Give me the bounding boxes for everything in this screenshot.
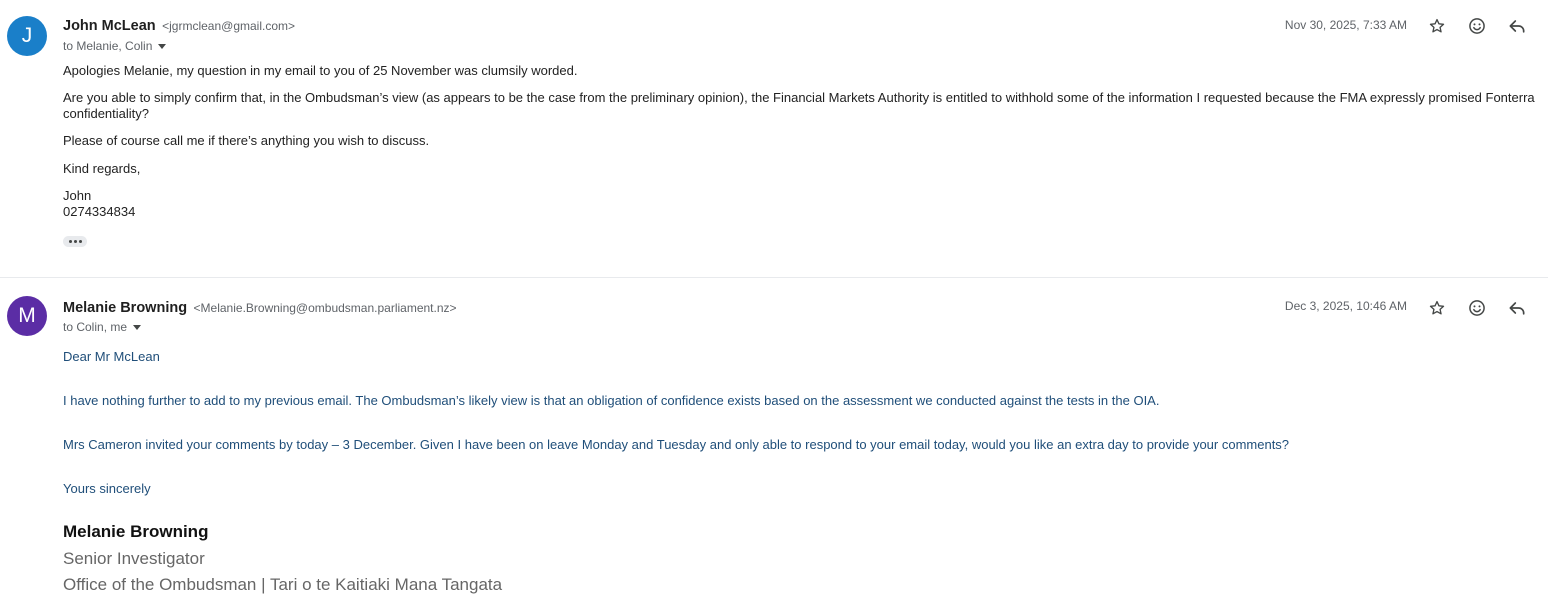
star-button[interactable] xyxy=(1425,296,1449,320)
avatar[interactable]: M xyxy=(7,296,47,336)
star-button[interactable] xyxy=(1425,14,1449,38)
email-message: J John McLean <jgrmclean@gmail.com> to M… xyxy=(0,0,1548,278)
star-icon xyxy=(1429,18,1445,33)
sender-email: <Melanie.Browning@ombudsman.parliament.n… xyxy=(193,301,457,315)
emoji-icon xyxy=(1469,300,1485,316)
body-paragraph: Mrs Cameron invited your comments by tod… xyxy=(63,437,1290,452)
recipients-label: to Melanie, Colin xyxy=(63,39,153,53)
body-paragraph: I have nothing further to add to my prev… xyxy=(63,393,1160,408)
email-message: M Melanie Browning <Melanie.Browning@omb… xyxy=(0,278,1548,614)
body-paragraph: 0274334834 xyxy=(63,204,136,219)
add-reaction-button[interactable] xyxy=(1465,14,1489,38)
recipients-label: to Colin, me xyxy=(63,320,128,334)
body-paragraph: Dear Mr McLean xyxy=(63,349,160,364)
body-paragraph: Please of course call me if there’s anyt… xyxy=(63,133,430,148)
reply-button[interactable] xyxy=(1505,14,1529,38)
avatar[interactable]: J xyxy=(7,16,47,56)
signature-title: Senior Investigator xyxy=(63,549,205,568)
sender-name[interactable]: John McLean xyxy=(63,18,156,34)
body-paragraph: Kind regards, xyxy=(63,161,141,176)
body-paragraph: John xyxy=(63,188,92,203)
signature-name: Melanie Browning xyxy=(63,522,209,541)
reply-icon xyxy=(1509,20,1525,33)
message-body: Dear Mr McLean I have nothing further to… xyxy=(63,349,1542,497)
sender-line: Melanie Browning <Melanie.Browning@ombud… xyxy=(63,299,457,317)
reply-button[interactable] xyxy=(1505,296,1529,320)
recipients-dropdown[interactable]: to Melanie, Colin xyxy=(63,39,167,53)
body-paragraph: Are you able to simply confirm that, in … xyxy=(63,90,1535,121)
reply-icon xyxy=(1509,302,1525,315)
caret-down-icon[interactable] xyxy=(158,43,167,49)
emoji-icon xyxy=(1469,18,1485,34)
sender-email: <jgrmclean@gmail.com> xyxy=(162,19,296,33)
more-horiz-icon xyxy=(68,240,72,243)
show-trimmed-content-button[interactable] xyxy=(63,236,87,247)
star-icon xyxy=(1429,300,1445,315)
add-reaction-button[interactable] xyxy=(1465,296,1489,320)
message-date: Nov 30, 2025, 7:33 AM xyxy=(1284,18,1407,32)
body-paragraph: Yours sincerely xyxy=(63,481,151,496)
sender-line: John McLean <jgrmclean@gmail.com> xyxy=(63,17,295,35)
sender-name[interactable]: Melanie Browning xyxy=(63,300,187,316)
body-paragraph: Apologies Melanie, my question in my ema… xyxy=(63,63,578,78)
recipients-dropdown[interactable]: to Colin, me xyxy=(63,320,142,334)
message-date: Dec 3, 2025, 10:46 AM xyxy=(1284,299,1407,313)
caret-down-icon[interactable] xyxy=(133,324,142,330)
message-body: Apologies Melanie, my question in my ema… xyxy=(63,63,1542,220)
signature-organization: Office of the Ombudsman | Tari o te Kait… xyxy=(63,575,503,594)
